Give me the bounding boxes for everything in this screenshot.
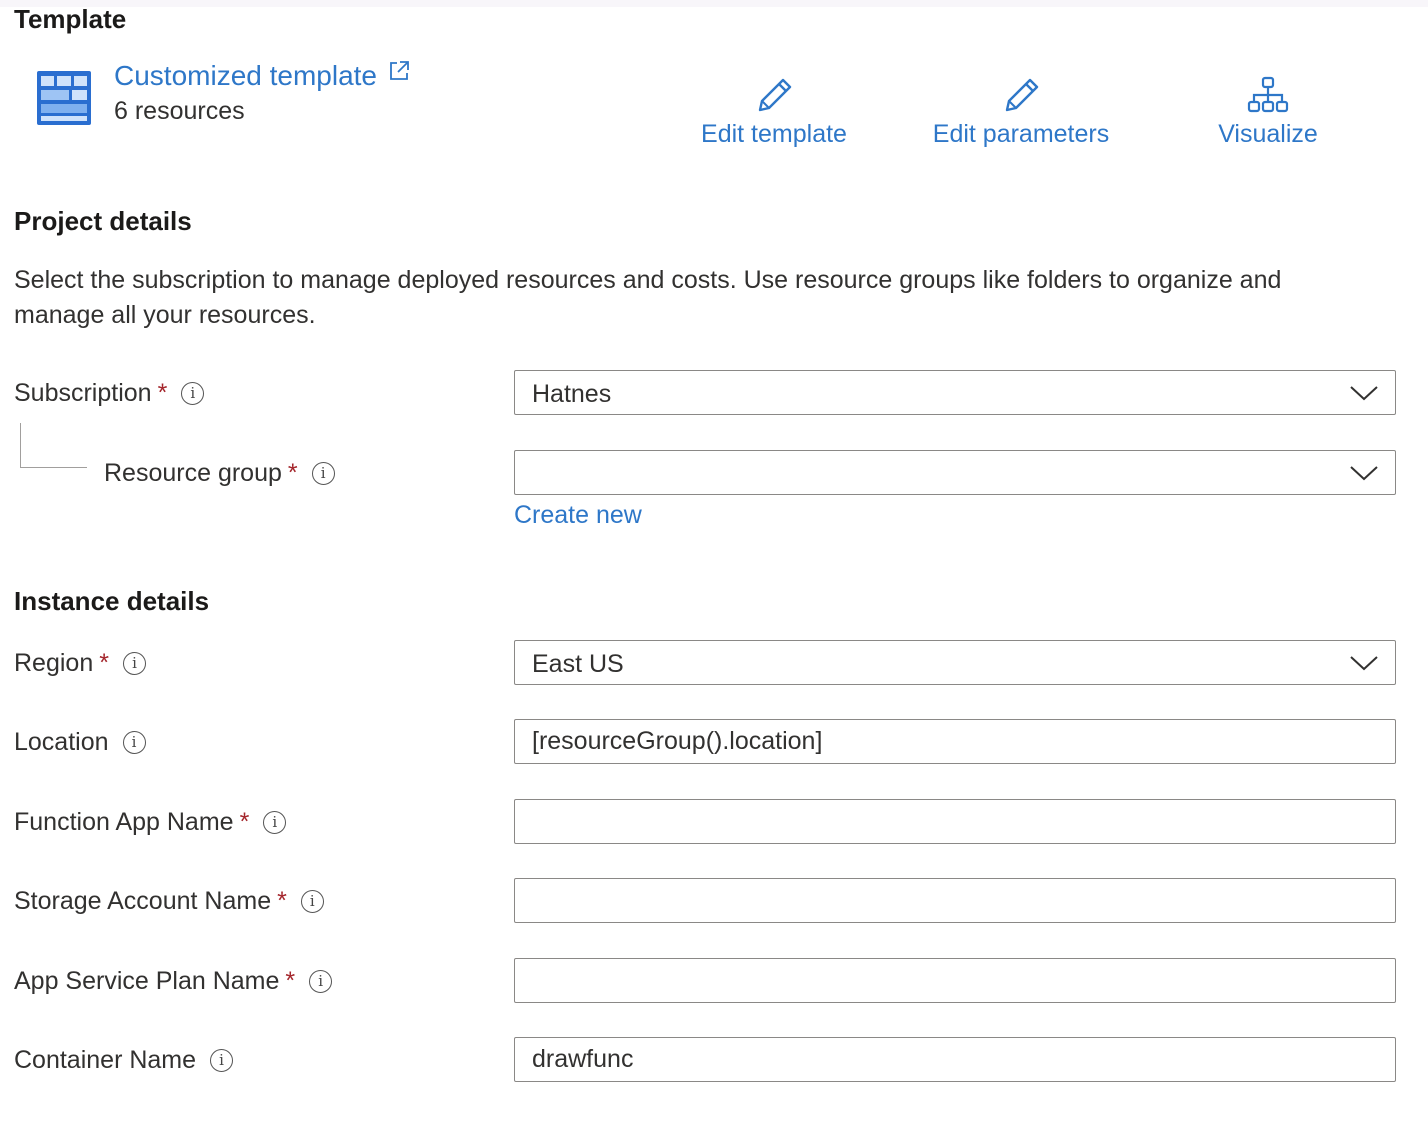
- region-value: East US: [532, 650, 624, 678]
- function-app-name-input-box[interactable]: [514, 799, 1396, 844]
- app-service-plan-name-input-box[interactable]: [514, 958, 1396, 1003]
- external-link-icon: [389, 61, 409, 80]
- info-icon[interactable]: i: [122, 731, 146, 754]
- info-icon[interactable]: i: [300, 890, 324, 913]
- region-label-text: Region: [14, 649, 94, 677]
- project-details-heading: Project details: [14, 206, 192, 236]
- subscription-label-text: Subscription: [14, 379, 152, 407]
- required-marker: *: [239, 808, 250, 836]
- info-icon[interactable]: i: [263, 811, 287, 834]
- storage-account-name-input-box[interactable]: [514, 878, 1396, 923]
- resource-group-label-text: Resource group: [104, 459, 282, 487]
- app-service-plan-name-input[interactable]: [515, 959, 1332, 1001]
- resource-group-dropdown[interactable]: [514, 450, 1396, 495]
- chevron-down-icon: [1350, 466, 1378, 481]
- visualize-button[interactable]: Visualize: [1208, 74, 1328, 149]
- required-marker: *: [277, 887, 287, 915]
- location-input[interactable]: [515, 720, 1332, 762]
- required-marker: *: [99, 649, 109, 677]
- template-name: Customized template: [114, 60, 378, 91]
- resources-count: 6 resources: [114, 97, 245, 125]
- project-description-line: manage all your resources.: [14, 301, 316, 329]
- project-description: Select the subscription to manage deploy…: [14, 263, 1414, 333]
- subscription-value: Hatnes: [532, 380, 612, 408]
- function-app-name-label: Function App Name * i: [14, 808, 287, 837]
- edit-parameters-button[interactable]: Edit parameters: [926, 74, 1116, 149]
- info-icon[interactable]: i: [309, 970, 333, 993]
- edit-template-button[interactable]: Edit template: [694, 74, 854, 149]
- tree-connector: [20, 423, 87, 468]
- info-icon[interactable]: i: [122, 652, 146, 675]
- info-icon[interactable]: i: [181, 382, 205, 405]
- function-app-name-label-text: Function App Name: [14, 808, 234, 836]
- function-app-name-input[interactable]: [515, 800, 1332, 842]
- subscription-dropdown[interactable]: Hatnes: [514, 370, 1396, 415]
- edit-parameters-label: Edit parameters: [932, 120, 1110, 148]
- chevron-down-icon: [1350, 656, 1378, 671]
- app-service-plan-name-label: App Service Plan Name * i: [14, 967, 333, 996]
- template-grid-icon: [37, 71, 91, 130]
- edit-template-label: Edit template: [701, 120, 847, 148]
- template-heading: Template: [14, 4, 127, 34]
- storage-account-name-input[interactable]: [515, 879, 1332, 921]
- required-marker: *: [157, 379, 168, 407]
- subscription-label: Subscription * i: [14, 379, 205, 408]
- container-name-label-text: Container Name: [14, 1046, 197, 1074]
- location-label-text: Location: [14, 728, 109, 756]
- hierarchy-diagram-icon: [1247, 76, 1289, 113]
- location-label: Location i: [14, 728, 146, 757]
- resource-group-label: Resource group * i: [104, 459, 335, 488]
- pencil-icon: [1005, 78, 1039, 112]
- top-strip: [0, 0, 1428, 7]
- info-icon[interactable]: i: [311, 462, 335, 485]
- instance-details-heading: Instance details: [14, 586, 210, 616]
- info-icon[interactable]: i: [210, 1049, 234, 1072]
- visualize-label: Visualize: [1218, 120, 1318, 148]
- pencil-icon: [758, 78, 792, 112]
- chevron-down-icon: [1350, 386, 1378, 401]
- app-service-plan-name-label-text: App Service Plan Name: [14, 967, 280, 995]
- region-dropdown[interactable]: East US: [514, 640, 1396, 685]
- container-name-label: Container Name i: [14, 1046, 234, 1075]
- storage-account-name-label: Storage Account Name * i: [14, 887, 324, 916]
- storage-account-name-label-text: Storage Account Name: [14, 887, 272, 915]
- project-description-line: Select the subscription to manage deploy…: [14, 266, 1282, 294]
- required-marker: *: [287, 459, 298, 487]
- customized-template-link[interactable]: Customized template: [114, 59, 411, 92]
- location-input-box[interactable]: [514, 719, 1396, 764]
- region-label: Region * i: [14, 649, 146, 678]
- container-name-input[interactable]: [515, 1038, 1332, 1080]
- create-new-link[interactable]: Create new: [514, 501, 642, 530]
- required-marker: *: [285, 967, 296, 995]
- container-name-input-box[interactable]: [514, 1037, 1396, 1082]
